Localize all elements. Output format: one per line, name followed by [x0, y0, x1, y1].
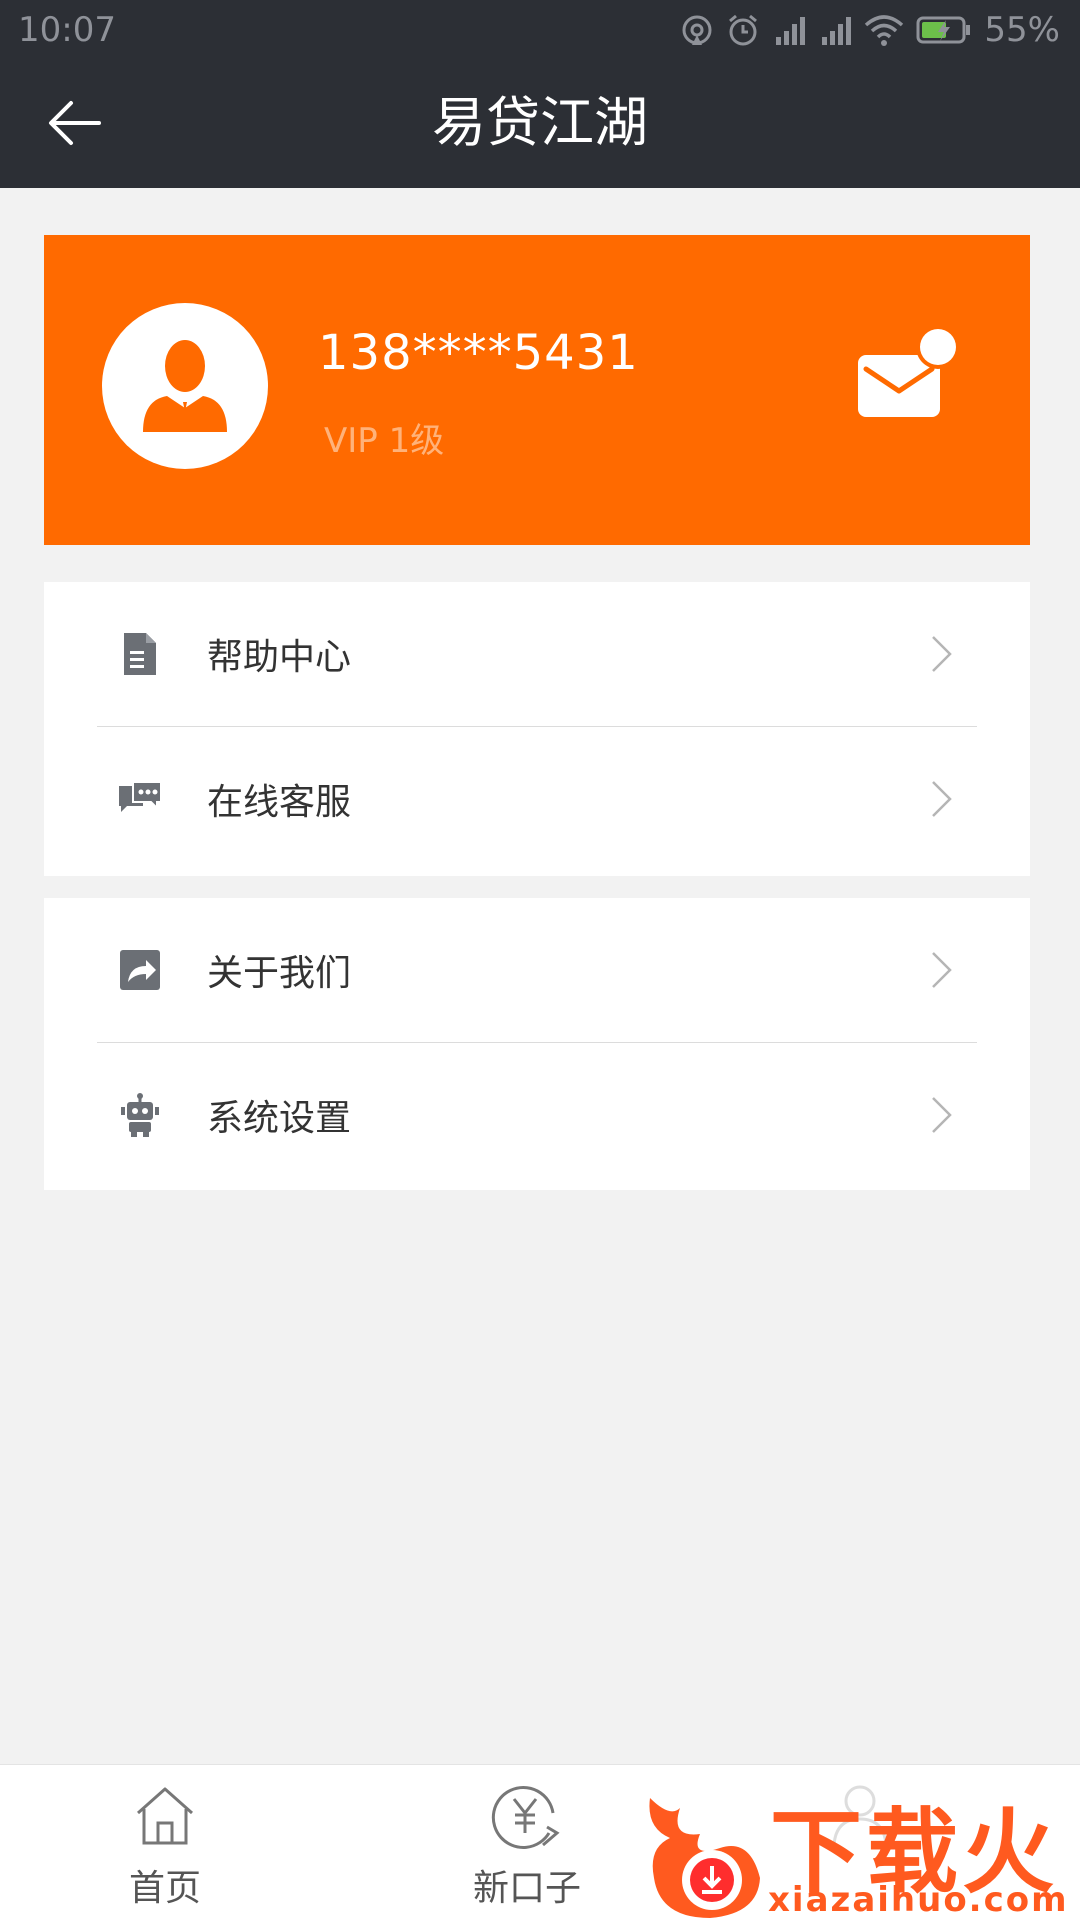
battery-icon	[916, 16, 971, 44]
flame-logo-icon	[649, 1798, 760, 1918]
menu-item-about-us[interactable]: 关于我们	[44, 898, 1030, 1042]
profile-card[interactable]: 138****5431 VIP 1级	[44, 235, 1030, 545]
app-header: 10:07 55% 易贷江湖	[0, 0, 1080, 188]
user-phone: 138****5431	[318, 325, 639, 381]
watermark: 下载火 xiazaihuo.com	[640, 1778, 1080, 1920]
chat-icon	[116, 775, 164, 823]
menu-label: 系统设置	[207, 1098, 352, 1139]
status-time: 10:07	[18, 10, 116, 50]
share-icon	[116, 946, 164, 994]
nav-item-home[interactable]: 首页	[65, 1765, 265, 1920]
chevron-right-icon	[932, 781, 952, 817]
home-icon	[137, 1787, 193, 1845]
status-icons: 55%	[680, 8, 1060, 52]
menu-item-system-settings[interactable]: 系统设置	[44, 1043, 1030, 1187]
chevron-right-icon	[932, 952, 952, 988]
user-avatar-icon	[143, 340, 227, 432]
chevron-right-icon	[932, 636, 952, 672]
signal-icon-2	[822, 17, 852, 45]
document-icon	[116, 630, 164, 678]
menu-label: 关于我们	[207, 953, 352, 994]
battery-percent: 55%	[984, 10, 1060, 50]
messages-button[interactable]	[854, 325, 964, 427]
signal-icon	[776, 17, 806, 45]
alarm-icon	[729, 14, 758, 46]
menu-group-support: 帮助中心 在线客服	[44, 582, 1030, 876]
avatar[interactable]	[102, 303, 268, 469]
vip-level: VIP 1级	[324, 421, 445, 461]
nav-label: 首页	[128, 1868, 201, 1909]
mail-icon	[858, 325, 960, 417]
yen-icon	[491, 1786, 560, 1849]
hotspot-icon	[682, 15, 712, 45]
menu-item-help-center[interactable]: 帮助中心	[44, 582, 1030, 726]
watermark-url: xiazaihuo.com	[768, 1880, 1069, 1920]
wifi-icon	[865, 15, 904, 46]
menu-label: 帮助中心	[207, 637, 352, 678]
chevron-right-icon	[932, 1097, 952, 1133]
nav-label: 新口子	[472, 1868, 581, 1909]
robot-icon	[116, 1091, 164, 1139]
menu-item-online-service[interactable]: 在线客服	[44, 727, 1030, 871]
page: 10:07 55% 易贷江湖 138****5431 VIP 1级 帮助中心 在…	[0, 0, 1080, 1920]
nav-item-new-loans[interactable]: 新口子	[427, 1765, 627, 1920]
menu-group-app: 关于我们 系统设置	[44, 898, 1030, 1190]
menu-label: 在线客服	[207, 782, 352, 823]
page-title: 易贷江湖	[432, 91, 648, 154]
